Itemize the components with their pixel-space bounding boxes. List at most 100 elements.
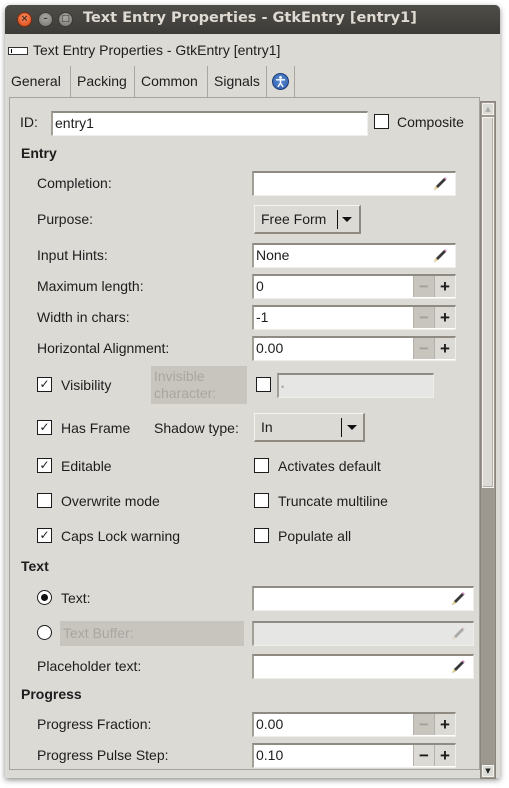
width-chars-value: -1 xyxy=(256,309,269,325)
text-buffer-input[interactable] xyxy=(252,621,474,646)
decrement-button[interactable]: − xyxy=(413,307,434,328)
tab-accessibility[interactable] xyxy=(267,66,295,97)
progress-pulse-step-spin[interactable]: 0.10 − + xyxy=(252,743,456,768)
section-entry-heading: Entry xyxy=(21,145,57,161)
minimize-icon: – xyxy=(43,14,48,24)
shadow-type-label: Shadow type: xyxy=(154,420,239,436)
h-align-spin[interactable]: 0.00 − + xyxy=(252,336,456,361)
properties-window: × – □ Text Entry Properties - GtkEntry [… xyxy=(5,5,500,779)
decrement-button[interactable]: − xyxy=(413,338,434,359)
title-bar: × – □ Text Entry Properties - GtkEntry [… xyxy=(5,5,500,34)
increment-button[interactable]: + xyxy=(434,714,455,735)
truncate-multiline-checkbox[interactable] xyxy=(254,493,269,508)
editor-header-title: Text Entry Properties - GtkEntry [entry1… xyxy=(33,42,281,58)
invisible-char-label-line1: Invisible xyxy=(154,368,205,384)
progress-fraction-spin[interactable]: 0.00 − + xyxy=(252,712,456,737)
visibility-label: Visibility xyxy=(61,377,112,393)
edit-pencil-icon[interactable] xyxy=(449,590,467,608)
text-input[interactable] xyxy=(252,586,474,611)
overwrite-mode-checkbox[interactable] xyxy=(37,493,52,508)
tab-signals[interactable]: Signals xyxy=(208,66,267,97)
has-frame-checkbox[interactable]: ✓ xyxy=(37,420,52,435)
completion-input[interactable] xyxy=(252,171,456,196)
input-hints-value: None xyxy=(256,247,290,263)
progress-pulse-step-label: Progress Pulse Step: xyxy=(37,747,169,763)
property-list: ID: entry1 Composite Entry Completion: P… xyxy=(10,98,479,769)
increment-button[interactable]: + xyxy=(434,338,455,359)
composite-label: Composite xyxy=(397,114,464,130)
section-text-heading: Text xyxy=(21,558,49,574)
placeholder-text-input[interactable] xyxy=(252,654,474,679)
width-chars-label: Width in chars: xyxy=(37,309,130,325)
populate-all-checkbox[interactable] xyxy=(254,528,269,543)
composite-checkbox[interactable] xyxy=(374,114,389,129)
accessibility-icon xyxy=(272,73,289,90)
overwrite-mode-label: Overwrite mode xyxy=(61,493,160,509)
scroll-down-button[interactable]: ▼ xyxy=(482,765,494,777)
populate-all-label: Populate all xyxy=(278,528,352,544)
invisible-char-label: Invisible character: xyxy=(151,366,247,404)
h-align-label: Horizontal Alignment: xyxy=(37,340,170,356)
vertical-scrollbar[interactable]: ▲ ▼ xyxy=(480,101,496,779)
general-tab-panel: ID: entry1 Composite Entry Completion: P… xyxy=(9,97,480,770)
visibility-checkbox[interactable]: ✓ xyxy=(37,377,52,392)
scrollbar-thumb[interactable] xyxy=(482,117,494,488)
invisible-char-input[interactable]: • xyxy=(277,373,434,398)
scroll-up-button[interactable]: ▲ xyxy=(482,103,494,115)
max-length-label: Maximum length: xyxy=(37,278,144,294)
id-input[interactable]: entry1 xyxy=(51,111,368,136)
chevron-down-icon xyxy=(342,217,352,222)
caps-lock-warning-label: Caps Lock warning xyxy=(61,528,181,544)
invisible-char-checkbox[interactable] xyxy=(256,377,271,392)
increment-button[interactable]: + xyxy=(434,745,455,766)
editor-header: Text Entry Properties - GtkEntry [entry1… xyxy=(5,41,500,61)
decrement-button[interactable]: − xyxy=(413,276,434,297)
shadow-type-combo[interactable]: In xyxy=(254,413,365,442)
shadow-type-value: In xyxy=(261,419,273,435)
tab-common[interactable]: Common xyxy=(135,66,208,97)
decrement-button[interactable]: − xyxy=(413,714,434,735)
section-progress-heading: Progress xyxy=(21,686,82,702)
progress-fraction-value: 0.00 xyxy=(256,716,284,732)
max-length-value: 0 xyxy=(256,278,264,294)
maximize-icon: □ xyxy=(61,14,70,24)
tab-packing[interactable]: Packing xyxy=(71,66,135,97)
completion-label: Completion: xyxy=(37,175,112,191)
edit-pencil-icon[interactable] xyxy=(449,658,467,676)
decrement-button[interactable]: − xyxy=(413,745,434,766)
input-hints-input[interactable]: None xyxy=(252,243,456,268)
invisible-char-value: • xyxy=(281,382,285,392)
editable-label: Editable xyxy=(61,458,112,474)
maximize-button[interactable]: □ xyxy=(58,12,73,27)
close-button[interactable]: × xyxy=(17,12,32,27)
edit-pencil-icon[interactable] xyxy=(431,175,449,193)
combo-separator xyxy=(341,418,342,437)
truncate-multiline-label: Truncate multiline xyxy=(278,493,388,509)
purpose-value: Free Form xyxy=(261,211,327,227)
caps-lock-warning-checkbox[interactable]: ✓ xyxy=(37,528,52,543)
text-buffer-radio[interactable] xyxy=(37,625,52,640)
width-chars-spin[interactable]: -1 − + xyxy=(252,305,456,330)
text-radio[interactable] xyxy=(37,590,52,605)
entry-widget-icon xyxy=(8,47,28,55)
text-buffer-label: Text Buffer: xyxy=(60,621,244,646)
h-align-value: 0.00 xyxy=(256,340,284,356)
edit-pencil-icon xyxy=(452,627,465,640)
purpose-combo[interactable]: Free Form xyxy=(254,205,361,234)
tab-general[interactable]: General xyxy=(5,66,71,97)
has-frame-label: Has Frame xyxy=(61,420,131,436)
id-value: entry1 xyxy=(55,115,94,131)
max-length-spin[interactable]: 0 − + xyxy=(252,274,456,299)
chevron-down-icon xyxy=(347,425,357,430)
progress-fraction-label: Progress Fraction: xyxy=(37,716,152,732)
increment-button[interactable]: + xyxy=(434,307,455,328)
invisible-char-label-line2: character: xyxy=(154,385,217,401)
combo-separator xyxy=(337,210,338,229)
input-hints-label: Input Hints: xyxy=(37,247,108,263)
activates-default-label: Activates default xyxy=(278,458,381,474)
activates-default-checkbox[interactable] xyxy=(254,458,269,473)
minimize-button[interactable]: – xyxy=(38,12,53,27)
editable-checkbox[interactable]: ✓ xyxy=(37,458,52,473)
increment-button[interactable]: + xyxy=(434,276,455,297)
edit-pencil-icon[interactable] xyxy=(431,247,449,265)
